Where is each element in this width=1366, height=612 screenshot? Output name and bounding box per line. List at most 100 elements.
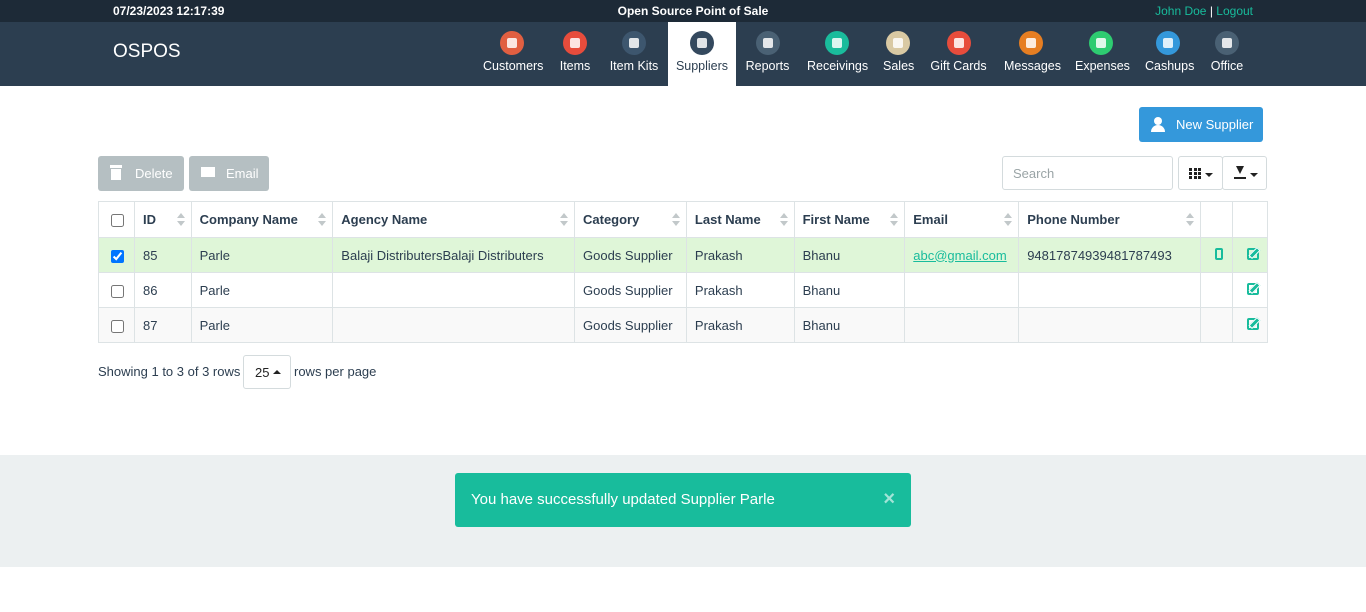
- cell-first-name: Bhanu: [793, 237, 906, 273]
- row-checkbox[interactable]: [111, 249, 124, 263]
- nav-item-label: Expenses: [1075, 59, 1130, 73]
- search-input[interactable]: [1002, 156, 1173, 190]
- cell-id: 87: [133, 307, 192, 343]
- column-header-company-name[interactable]: Company Name: [190, 201, 334, 238]
- edit-icon[interactable]: [1246, 282, 1259, 295]
- table-row[interactable]: 86 Parle Goods Supplier Prakash Bhanu: [98, 272, 1269, 308]
- nav-item-label: Item Kits: [609, 59, 659, 73]
- cell-email: [904, 307, 1020, 343]
- column-header-first-name[interactable]: First Name: [793, 201, 906, 238]
- cell-company-name: Parle: [190, 307, 334, 343]
- cell-phone-number: [1018, 272, 1201, 308]
- page-size-value: 25: [255, 365, 270, 380]
- row-select-cell: [98, 237, 135, 273]
- nav-item-gift-cards[interactable]: Gift Cards: [930, 22, 987, 86]
- messages-icon: [1019, 31, 1043, 55]
- row-checkbox[interactable]: [111, 284, 124, 298]
- sort-icon: [671, 213, 680, 227]
- nav-item-cashups[interactable]: Cashups: [1145, 22, 1195, 86]
- receivings-icon: [824, 31, 849, 55]
- cell-last-name: Prakash: [685, 272, 795, 308]
- suppliers-table: ID Company Name Agency Name Category Las…: [98, 201, 1269, 343]
- column-header-email[interactable]: Email: [904, 201, 1020, 238]
- cell-phone-number: [1018, 307, 1201, 343]
- delete-label: Delete: [135, 166, 173, 181]
- sort-icon: [318, 213, 327, 227]
- column-header-id[interactable]: ID: [133, 201, 192, 238]
- new-supplier-button[interactable]: New Supplier: [1139, 107, 1263, 142]
- cell-edit-action: [1231, 307, 1269, 343]
- cell-last-name: Prakash: [685, 237, 795, 273]
- page-size-dropdown[interactable]: 25: [243, 355, 291, 389]
- sort-icon: [1185, 213, 1194, 227]
- user-area: John Doe | Logout: [1155, 4, 1253, 18]
- nav-item-suppliers[interactable]: Suppliers: [668, 22, 736, 86]
- sort-icon: [779, 213, 788, 227]
- nav-item-label: Customers: [483, 59, 544, 73]
- brand-logo[interactable]: OSPOS: [113, 41, 181, 63]
- customers-icon: [500, 31, 524, 55]
- email-button[interactable]: Email: [189, 156, 269, 191]
- expenses-icon: [1089, 31, 1113, 55]
- nav-item-messages[interactable]: Messages: [1004, 22, 1061, 86]
- cell-company-name: Parle: [190, 237, 334, 273]
- suppliers-icon: [690, 31, 714, 55]
- email-link[interactable]: abc@gmail.com: [913, 248, 1006, 263]
- nav-item-sales[interactable]: Sales: [883, 22, 915, 86]
- nav-item-label: Items: [559, 59, 591, 73]
- delete-button[interactable]: Delete: [98, 156, 184, 191]
- cell-phone-action: [1199, 237, 1233, 273]
- edit-icon[interactable]: [1246, 317, 1259, 330]
- chevron-down-icon: [1250, 173, 1258, 177]
- edit-icon[interactable]: [1246, 247, 1259, 260]
- trash-icon: [110, 165, 122, 180]
- toast-message: You have successfully updated Supplier P…: [471, 491, 775, 508]
- item-kits-icon: [622, 31, 646, 55]
- cell-agency-name: [332, 307, 575, 343]
- column-header-last-name[interactable]: Last Name: [685, 201, 795, 238]
- nav-item-label: Office: [1210, 59, 1244, 73]
- sort-icon: [176, 213, 185, 227]
- cell-category: Goods Supplier: [574, 307, 687, 343]
- nav-item-receivings[interactable]: Receivings: [807, 22, 869, 86]
- nav-item-items[interactable]: Items: [559, 22, 591, 86]
- columns-toggle-button[interactable]: [1178, 156, 1223, 190]
- close-icon[interactable]: ×: [883, 489, 895, 509]
- mobile-phone-icon[interactable]: [1214, 247, 1223, 260]
- table-row[interactable]: 87 Parle Goods Supplier Prakash Bhanu: [98, 307, 1269, 343]
- nav-item-label: Gift Cards: [930, 59, 987, 73]
- export-button[interactable]: [1222, 156, 1267, 190]
- envelope-icon: [201, 167, 215, 177]
- column-header-agency-name[interactable]: Agency Name: [332, 201, 575, 238]
- column-header-category[interactable]: Category: [574, 201, 687, 238]
- top-bar: 07/23/2023 12:17:39 Open Source Point of…: [0, 0, 1366, 22]
- cell-edit-action: [1231, 272, 1269, 308]
- sort-icon: [560, 213, 568, 227]
- row-select-cell: [98, 272, 135, 308]
- user-name-link[interactable]: John Doe: [1155, 4, 1206, 18]
- nav-item-item-kits[interactable]: Item Kits: [609, 22, 659, 86]
- sort-icon: [890, 213, 899, 227]
- office-icon: [1215, 31, 1239, 55]
- nav-item-customers[interactable]: Customers: [483, 22, 544, 86]
- cell-phone-action: [1199, 307, 1233, 343]
- nav-item-label: Receivings: [807, 59, 869, 73]
- cell-id: 85: [133, 237, 192, 273]
- nav-item-reports[interactable]: Reports: [745, 22, 790, 86]
- column-header-phone-number[interactable]: Phone Number: [1018, 201, 1201, 238]
- nav-item-label: Sales: [883, 59, 915, 73]
- logout-link[interactable]: Logout: [1216, 4, 1253, 18]
- cell-email: abc@gmail.com: [904, 237, 1020, 273]
- column-header-phone-action: [1199, 201, 1233, 238]
- table-row[interactable]: 85 Parle Balaji DistributersBalaji Distr…: [98, 237, 1269, 273]
- chevron-down-icon: [1205, 173, 1213, 177]
- main-navbar: OSPOS Customers Items Item Kits Suppliers Re…: [0, 22, 1366, 86]
- nav-item-label: Cashups: [1145, 59, 1195, 73]
- row-checkbox[interactable]: [111, 319, 124, 333]
- cell-phone-number: 94817874939481787493: [1018, 237, 1201, 273]
- nav-item-office[interactable]: Office: [1209, 22, 1245, 86]
- table-header-row: ID Company Name Agency Name Category Las…: [98, 201, 1269, 238]
- select-all-checkbox[interactable]: [111, 214, 124, 228]
- nav-item-expenses[interactable]: Expenses: [1075, 22, 1130, 86]
- export-icon: [1234, 166, 1246, 180]
